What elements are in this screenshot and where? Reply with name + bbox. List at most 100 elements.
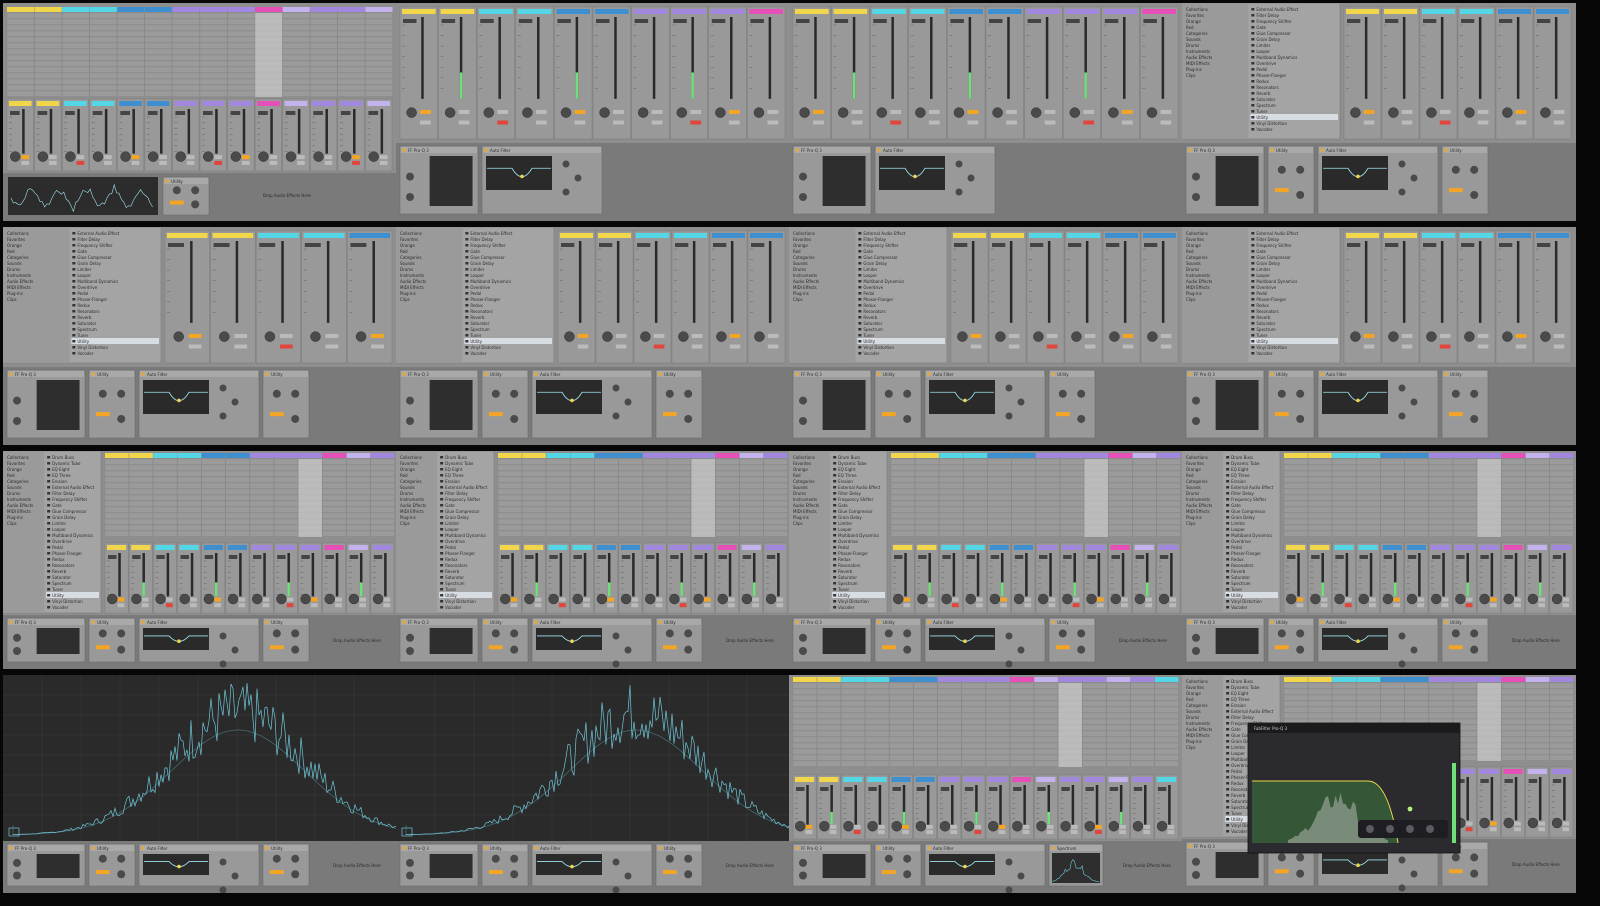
clip-slot[interactable]: [594, 512, 619, 519]
browser-place-item[interactable]: Collections: [7, 455, 29, 460]
volume-readout[interactable]: [1504, 555, 1513, 559]
clip-slot[interactable]: [282, 84, 310, 91]
filter-knob[interactable]: [231, 398, 239, 406]
clip-slot[interactable]: [792, 688, 817, 695]
pan-knob[interactable]: [645, 593, 656, 605]
clip-slot[interactable]: [6, 90, 35, 97]
gain-knob[interactable]: [291, 389, 300, 398]
clip-slot[interactable]: [889, 730, 914, 737]
mono-button[interactable]: [662, 412, 677, 417]
browser-item[interactable]: Drum Buss: [445, 455, 467, 460]
clip-slot[interactable]: [1453, 530, 1477, 537]
clip-slot[interactable]: [594, 476, 619, 483]
browser-item[interactable]: Glue Compressor: [470, 255, 505, 260]
volume-readout[interactable]: [964, 787, 974, 791]
pan-knob[interactable]: [843, 820, 854, 832]
browser-item[interactable]: External Audio Effect: [838, 485, 880, 490]
track-activator-button[interactable]: [951, 597, 959, 602]
clip-slot[interactable]: [570, 494, 595, 501]
clip-slot[interactable]: [201, 506, 226, 513]
gain-knob[interactable]: [13, 858, 21, 867]
mono-button[interactable]: [881, 645, 896, 650]
clip-slot[interactable]: [225, 458, 250, 465]
pan-knob[interactable]: [963, 820, 975, 832]
track-activator-button[interactable]: [297, 155, 305, 160]
clip-slot[interactable]: [346, 524, 371, 531]
clip-slot[interactable]: [1501, 754, 1526, 761]
clip-slot[interactable]: [1035, 482, 1060, 489]
track-name-header[interactable]: [155, 545, 175, 550]
track-header[interactable]: [310, 7, 338, 12]
clip-slot[interactable]: [1332, 500, 1357, 507]
clip-slot[interactable]: [642, 494, 667, 501]
clip-slot[interactable]: [1308, 530, 1332, 537]
clip-slot[interactable]: [61, 78, 90, 85]
clip-slot[interactable]: [227, 42, 255, 49]
clip-slot[interactable]: [522, 476, 546, 483]
gain-knob[interactable]: [1296, 389, 1305, 398]
clip-slot[interactable]: [177, 518, 202, 525]
clip-slot[interactable]: [763, 464, 788, 471]
arm-button[interactable]: [1477, 344, 1489, 349]
clip-slot[interactable]: [963, 518, 988, 525]
clip-slot[interactable]: [1525, 754, 1550, 761]
track-name-header[interactable]: [843, 777, 863, 782]
track-header[interactable]: [1380, 453, 1405, 458]
clip-slot[interactable]: [225, 488, 250, 495]
track-name-header[interactable]: [941, 545, 961, 550]
track-activator-button[interactable]: [352, 155, 360, 160]
clip-slot[interactable]: [1549, 700, 1574, 707]
clip-slot[interactable]: [1156, 488, 1181, 495]
browser-place-item[interactable]: MIDI Effects: [400, 285, 424, 290]
clip-slot[interactable]: [570, 530, 595, 537]
arm-button[interactable]: [1441, 603, 1449, 608]
width-knob[interactable]: [272, 389, 281, 398]
clip-slot[interactable]: [1356, 470, 1381, 477]
browser-item[interactable]: Vocoder: [1256, 351, 1273, 356]
track-activator-button[interactable]: [1006, 109, 1017, 114]
clip-slot[interactable]: [104, 494, 129, 501]
output-knob[interactable]: [799, 647, 807, 655]
volume-readout[interactable]: [557, 19, 571, 23]
clip-slot[interactable]: [1549, 530, 1574, 537]
track-header[interactable]: [915, 453, 939, 458]
filter-handle[interactable]: [520, 174, 524, 179]
clip-slot[interactable]: [1308, 458, 1332, 465]
clip-slot[interactable]: [1130, 736, 1155, 743]
volume-readout[interactable]: [1039, 555, 1048, 559]
track-activator-button[interactable]: [1008, 333, 1020, 338]
browser-item[interactable]: Gate: [77, 249, 87, 254]
browser-place-item[interactable]: Instruments: [1186, 273, 1210, 278]
browser-item[interactable]: Looper: [863, 273, 877, 278]
clip-slot[interactable]: [1380, 688, 1405, 695]
clip-slot[interactable]: [963, 458, 988, 465]
volume-readout[interactable]: [950, 19, 964, 23]
clip-slot[interactable]: [497, 470, 522, 477]
volume-readout[interactable]: [989, 787, 998, 791]
clip-slot[interactable]: [282, 78, 310, 85]
track-header[interactable]: [62, 7, 90, 12]
track-header[interactable]: [1525, 677, 1550, 682]
output-knob[interactable]: [1192, 193, 1200, 201]
clip-slot[interactable]: [144, 72, 173, 79]
pan-knob[interactable]: [1084, 820, 1095, 832]
device-on-toggle[interactable]: [658, 372, 662, 376]
clip-slot[interactable]: [61, 42, 90, 49]
width-knob[interactable]: [1277, 629, 1286, 638]
clip-slot[interactable]: [144, 36, 173, 43]
track-activator-button[interactable]: [1363, 333, 1375, 338]
clip-slot[interactable]: [34, 18, 62, 25]
browser-place-item[interactable]: Orange: [1186, 691, 1201, 696]
browser-item[interactable]: Multiband Dynamics: [52, 533, 93, 538]
browser-item[interactable]: Reverb: [1256, 315, 1271, 320]
clip-slot[interactable]: [1525, 494, 1550, 501]
track-header[interactable]: [89, 7, 117, 12]
clip-slot[interactable]: [1501, 736, 1526, 743]
filter-knob[interactable]: [624, 872, 632, 880]
pan-knob[interactable]: [1426, 331, 1437, 342]
volume-readout[interactable]: [1461, 19, 1475, 23]
browser-item[interactable]: Vinyl Distortion: [445, 599, 476, 604]
gain-knob[interactable]: [903, 389, 912, 398]
clip-slot[interactable]: [129, 470, 153, 477]
clip-slot[interactable]: [1060, 524, 1084, 531]
